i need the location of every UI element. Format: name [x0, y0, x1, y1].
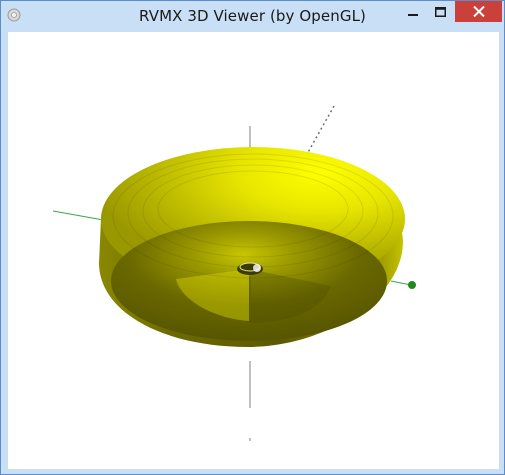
3d-scene[interactable] [8, 32, 499, 469]
maximize-icon [435, 6, 446, 17]
center-point-cloud [253, 264, 261, 272]
green-axis-right [390, 280, 412, 286]
green-axis-left [52, 210, 110, 222]
opengl-viewport[interactable] [8, 32, 499, 469]
maximize-button[interactable] [427, 1, 454, 22]
green-axis-marker [408, 281, 416, 289]
minimize-icon [407, 13, 418, 16]
title-bar[interactable]: RVMX 3D Viewer (by OpenGL) [1, 1, 504, 31]
minimize-button[interactable] [398, 1, 427, 22]
close-icon [472, 6, 485, 17]
app-window: RVMX 3D Viewer (by OpenGL) [0, 0, 505, 475]
close-button[interactable] [455, 1, 502, 22]
